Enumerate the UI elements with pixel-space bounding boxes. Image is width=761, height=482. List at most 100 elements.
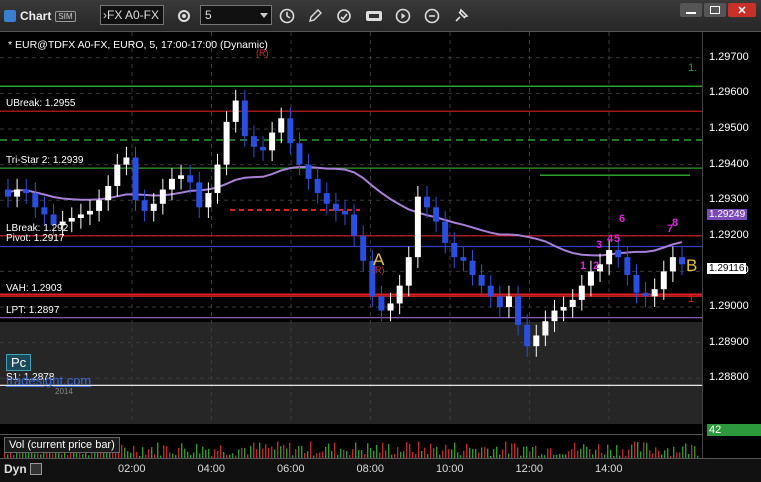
volume-bar xyxy=(598,444,600,459)
candle-body xyxy=(114,164,121,186)
pin-button[interactable] xyxy=(451,6,471,26)
price-tick-label: 1.29600 xyxy=(709,86,749,99)
candle-body xyxy=(378,296,385,311)
volume-bar xyxy=(583,444,585,459)
candle-body xyxy=(615,250,622,258)
candle-body xyxy=(250,136,257,147)
pencil-icon xyxy=(309,9,322,22)
candle-body xyxy=(214,164,221,194)
volume-bar xyxy=(328,443,330,459)
candle-body xyxy=(606,250,613,265)
volume-bar xyxy=(133,445,135,459)
candle-body xyxy=(460,257,467,261)
close-icon: ✕ xyxy=(737,4,747,17)
level-label-tristar: Tri-Star 2: 1.2939 xyxy=(6,155,84,167)
price-axis[interactable]: 1.29700 1.29600 1.29500 1.29400 1.29300 1.292… xyxy=(702,32,761,424)
volume-bar xyxy=(418,441,420,459)
candle-body xyxy=(5,189,11,197)
candle-body xyxy=(342,210,348,215)
pc-badge-text: Pc xyxy=(11,355,27,370)
dyn-label[interactable]: Dyn xyxy=(4,462,42,476)
candle-body xyxy=(551,310,558,322)
volume-bar xyxy=(220,445,222,459)
candle-body xyxy=(260,146,267,151)
volume-bar xyxy=(121,444,123,459)
candle-body xyxy=(414,196,421,258)
dyn-text: Dyn xyxy=(4,462,27,476)
price-tick-label: 1.29500 xyxy=(709,122,749,134)
candle-body xyxy=(32,193,39,208)
candle-body xyxy=(96,200,103,211)
volume-bar xyxy=(691,444,693,459)
candle-body xyxy=(660,271,667,290)
play-button[interactable] xyxy=(393,6,413,26)
price-chart-canvas: 1 23 4 5678 xyxy=(0,32,702,424)
symbol-value: ›FX A0-FX xyxy=(103,8,160,22)
watermark: tradesight.com xyxy=(6,373,92,388)
price-tick-label: 1.29700 xyxy=(709,50,749,63)
red-right-label: 1 xyxy=(688,293,695,305)
candle-body xyxy=(569,299,576,307)
candle-body xyxy=(433,207,440,222)
volume-bar xyxy=(505,441,507,459)
volume-bar xyxy=(376,445,378,459)
settings-button[interactable] xyxy=(174,6,194,26)
volume-bar xyxy=(355,442,357,459)
sequence-number: 1 xyxy=(580,260,586,272)
volume-bar xyxy=(253,442,255,459)
indicator-button[interactable] xyxy=(364,6,384,26)
candle-body xyxy=(587,271,594,286)
close-button[interactable]: ✕ xyxy=(728,3,756,17)
candle-body xyxy=(41,207,48,215)
candle-body xyxy=(651,289,658,297)
symbol-selector[interactable]: ›FX A0-FX xyxy=(100,5,164,25)
candle-body xyxy=(624,257,631,275)
sequence-number: 8 xyxy=(672,217,678,229)
draw-button[interactable] xyxy=(305,6,325,26)
cycle-icon xyxy=(337,9,351,23)
time-tick-label: 10:00 xyxy=(436,463,464,475)
price-chart[interactable]: 12345678 * EUR@TDFX A0-FX, EURO, 5, 17:0… xyxy=(0,32,702,424)
candle-body xyxy=(515,296,522,325)
period-selector[interactable]: 5 xyxy=(200,5,272,25)
candle-body xyxy=(351,214,358,236)
maximize-button[interactable] xyxy=(704,3,726,17)
candle-body xyxy=(323,193,330,204)
minimize-icon xyxy=(686,12,696,14)
zoom-button[interactable] xyxy=(422,6,442,26)
sequence-number: 3 xyxy=(596,239,602,251)
clock-button[interactable] xyxy=(277,6,297,26)
volume-bar xyxy=(514,443,516,459)
candle-body xyxy=(296,143,303,165)
candle-body xyxy=(669,257,676,272)
volume-bar xyxy=(388,443,390,459)
sequence-number: 4 xyxy=(607,233,614,245)
volume-bar xyxy=(163,445,165,459)
candle-body xyxy=(524,324,531,347)
volume-bar xyxy=(196,444,198,459)
volume-bar xyxy=(607,444,609,459)
green-right-label: 1. xyxy=(688,62,698,74)
refresh-button[interactable] xyxy=(334,6,354,26)
candle-body xyxy=(232,100,239,122)
settings-icon xyxy=(178,10,190,22)
minimize-button[interactable] xyxy=(680,3,702,17)
volume-bar xyxy=(334,442,336,459)
price-tick-label: 1.28800 xyxy=(709,371,749,384)
candle-body xyxy=(423,196,430,208)
price-tick-label: 1.28900 xyxy=(709,335,749,348)
time-tick-label: 04:00 xyxy=(197,463,226,475)
volume-bar xyxy=(643,442,645,459)
dyn-icon xyxy=(29,463,42,475)
level-label-vah: VAH: 1.2903 xyxy=(6,283,62,295)
candle-body xyxy=(396,285,403,304)
price-tick-label: 1.29400 xyxy=(709,157,749,170)
time-axis[interactable]: Dyn 02:00 04:00 06:00 08:00 10:00 12:00 14:00 xyxy=(0,458,761,482)
volume-label[interactable]: Vol (current price bar) xyxy=(4,437,120,453)
time-tick-label: 12:00 xyxy=(515,463,544,475)
pc-badge[interactable]: Pc xyxy=(6,354,32,371)
candle-body xyxy=(633,274,640,293)
volume-bar xyxy=(259,442,261,459)
volume-bar xyxy=(454,442,456,459)
candle-body xyxy=(141,200,148,211)
